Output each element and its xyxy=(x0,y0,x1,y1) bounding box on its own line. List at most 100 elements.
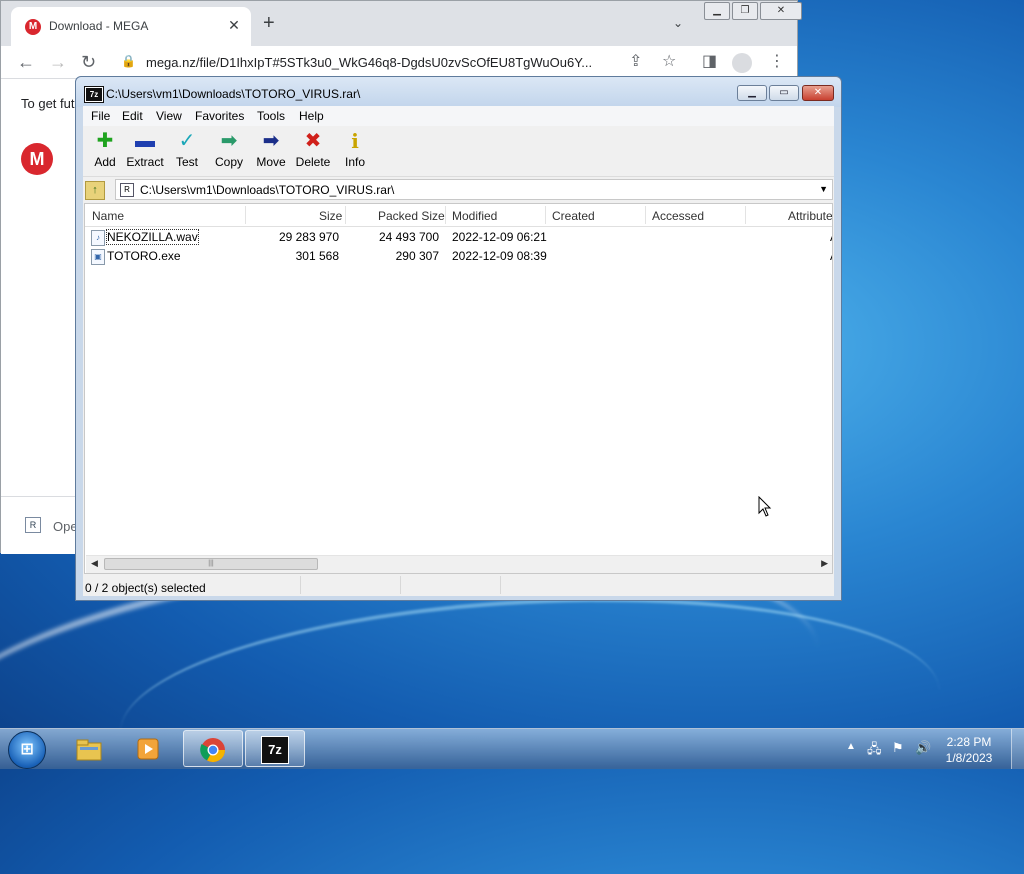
menu-view[interactable]: View xyxy=(156,109,182,123)
info-icon: i xyxy=(351,129,359,153)
taskbar-chrome[interactable] xyxy=(183,730,243,767)
window-title: C:\Users\vm1\Downloads\TOTORO_VIRUS.rar\ xyxy=(106,87,361,101)
file-list[interactable]: Name Size Packed Size Modified Created A… xyxy=(84,203,833,574)
chrome-icon xyxy=(200,738,225,763)
column-created[interactable]: Created xyxy=(552,209,595,223)
windows-logo-icon: ⊞ xyxy=(20,741,34,758)
close-button[interactable]: ✕ xyxy=(802,85,834,101)
maximize-button[interactable]: ▭ xyxy=(769,85,799,101)
scrollbar-thumb[interactable]: ||| xyxy=(104,558,318,570)
share-icon[interactable]: ⇪ xyxy=(629,52,642,72)
bookmark-star-icon[interactable]: ☆ xyxy=(662,52,676,72)
add-button[interactable]: ✚ Add xyxy=(83,129,127,175)
chrome-menu-icon[interactable]: ⋮ xyxy=(769,52,785,72)
restore-button[interactable]: ❐ xyxy=(732,2,758,20)
clock[interactable]: 2:28 PM 1/8/2023 xyxy=(938,734,1000,766)
action-center-icon[interactable]: ⚑ xyxy=(892,740,904,756)
column-divider[interactable] xyxy=(345,206,346,224)
column-size[interactable]: Size xyxy=(319,209,342,223)
file-packed-size: 24 493 700 xyxy=(378,230,439,244)
column-accessed[interactable]: Accessed xyxy=(652,209,704,223)
column-modified[interactable]: Modified xyxy=(452,209,497,223)
mega-favicon-icon: M xyxy=(25,19,41,35)
file-name[interactable]: NEKOZILLA.wav xyxy=(106,229,199,245)
copy-button[interactable]: ➡ Copy xyxy=(207,129,251,175)
chrome-tab[interactable]: M Download - MEGA ✕ xyxy=(11,7,251,46)
seven-zip-window[interactable]: 7z C:\Users\vm1\Downloads\TOTORO_VIRUS.r… xyxy=(75,76,842,601)
taskbar-explorer[interactable] xyxy=(60,730,120,767)
add-icon: ✚ xyxy=(96,130,114,152)
menu-tools[interactable]: Tools xyxy=(257,109,285,123)
move-icon: ➡ xyxy=(262,130,280,152)
url-text[interactable]: mega.nz/file/D1IhxIpT#5STk3u0_WkG46q8-Dg… xyxy=(146,55,616,70)
rar-file-icon[interactable]: R xyxy=(25,517,41,533)
forward-arrow-icon[interactable]: → xyxy=(49,52,67,72)
taskbar-media-player[interactable] xyxy=(120,730,180,767)
menu-favorites[interactable]: Favorites xyxy=(195,109,244,123)
tab-search-chevron-icon[interactable]: ⌄ xyxy=(673,16,683,30)
test-label: Test xyxy=(175,155,198,169)
file-name[interactable]: TOTORO.exe xyxy=(107,249,181,263)
tab-title: Download - MEGA xyxy=(49,19,149,33)
column-divider[interactable] xyxy=(245,206,246,224)
dropdown-arrow-icon[interactable]: ▼ xyxy=(819,184,828,194)
column-name[interactable]: Name xyxy=(92,209,124,223)
network-icon[interactable]: 🖧 xyxy=(867,740,882,762)
show-desktop-button[interactable] xyxy=(1011,729,1024,769)
new-tab-button[interactable]: + xyxy=(263,13,275,33)
title-bar[interactable]: 7z C:\Users\vm1\Downloads\TOTORO_VIRUS.r… xyxy=(76,77,841,107)
copy-icon: ➡ xyxy=(220,130,238,152)
archive-icon: R xyxy=(120,183,134,197)
file-packed-size: 290 307 xyxy=(395,249,439,263)
omnibox[interactable]: 🔒 mega.nz/file/D1IhxIpT#5STk3u0_WkG46q8-… xyxy=(113,49,623,75)
open-file-text[interactable]: Ope xyxy=(53,519,78,534)
info-button[interactable]: i Info xyxy=(333,129,377,175)
profile-avatar[interactable] xyxy=(732,53,752,73)
extract-icon: ▬ xyxy=(135,130,155,152)
taskbar-seven-zip[interactable]: 7z xyxy=(245,730,305,767)
volume-icon[interactable]: 🔊 xyxy=(915,740,931,756)
side-panel-icon[interactable]: ◨ xyxy=(702,52,717,72)
horizontal-scrollbar[interactable]: ◀ ||| ▶ xyxy=(86,555,832,573)
menu-file[interactable]: File xyxy=(91,109,110,123)
close-button[interactable]: ✕ xyxy=(760,2,802,20)
scroll-left-icon[interactable]: ◀ xyxy=(91,558,98,569)
extract-button[interactable]: ▬ Extract xyxy=(123,129,167,175)
address-text[interactable]: C:\Users\vm1\Downloads\TOTORO_VIRUS.rar\ xyxy=(140,183,394,197)
minimize-button[interactable]: ▁ xyxy=(704,2,730,20)
status-segment xyxy=(401,576,501,594)
column-packed-size[interactable]: Packed Size xyxy=(378,209,445,223)
show-hidden-icons-icon[interactable]: ▲ xyxy=(846,741,856,752)
delete-button[interactable]: ✖ Delete xyxy=(291,129,335,175)
file-row-totoro[interactable]: ▣ TOTORO.exe 301 568 290 307 2022-12-09 … xyxy=(85,247,832,266)
back-arrow-icon[interactable]: ← xyxy=(17,52,35,72)
tab-close-icon[interactable]: ✕ xyxy=(225,16,243,34)
menu-help[interactable]: Help xyxy=(299,109,324,123)
copy-label: Copy xyxy=(214,155,243,169)
column-divider[interactable] xyxy=(745,206,746,224)
reload-icon[interactable]: ↻ xyxy=(81,52,96,72)
minimize-button[interactable]: ▁ xyxy=(737,85,767,101)
column-divider[interactable] xyxy=(545,206,546,224)
mega-logo[interactable]: M xyxy=(21,143,53,175)
file-size: 301 568 xyxy=(295,249,339,263)
address-combobox[interactable]: R C:\Users\vm1\Downloads\TOTORO_VIRUS.ra… xyxy=(115,179,833,200)
column-divider[interactable] xyxy=(645,206,646,224)
test-button[interactable]: ✓ Test xyxy=(165,129,209,175)
move-label: Move xyxy=(256,155,286,169)
menu-bar: File Edit View Favorites Tools Help xyxy=(83,106,834,126)
move-button[interactable]: ➡ Move xyxy=(249,129,293,175)
up-folder-icon[interactable]: ↑ xyxy=(85,181,105,200)
file-row-nekozilla[interactable]: ♪ NEKOZILLA.wav 29 283 970 24 493 700 20… xyxy=(85,228,832,247)
chrome-tabstrip: M Download - MEGA ✕ + ⌄ ▁ ❐ ✕ xyxy=(1,1,802,46)
scroll-right-icon[interactable]: ▶ xyxy=(821,558,828,569)
lock-icon[interactable]: 🔒 xyxy=(121,54,136,68)
clock-date: 1/8/2023 xyxy=(945,751,993,765)
column-divider[interactable] xyxy=(445,206,446,224)
menu-edit[interactable]: Edit xyxy=(122,109,143,123)
start-button[interactable]: ⊞ xyxy=(8,731,46,769)
extract-label: Extract xyxy=(126,155,164,169)
column-attributes[interactable]: Attribute xyxy=(788,209,832,223)
seven-zip-app-icon: 7z xyxy=(84,86,104,103)
media-player-icon xyxy=(137,738,159,760)
